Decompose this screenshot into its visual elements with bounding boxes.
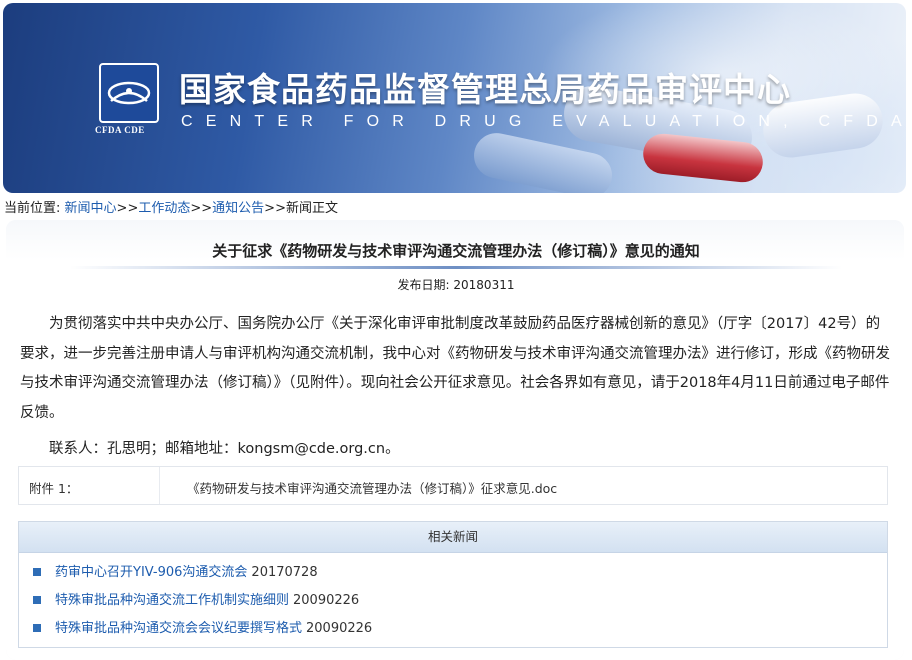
related-news-heading: 相关新闻: [19, 522, 887, 553]
site-title: 国家食品药品监督管理总局药品审评中心: [179, 70, 791, 109]
related-news-link[interactable]: 特殊审批品种沟通交流工作机制实施细则: [55, 593, 289, 608]
attachment-divider: [159, 467, 160, 504]
square-bullet-icon: [33, 567, 41, 576]
breadcrumb-item-current: 新闻正文: [285, 201, 338, 216]
breadcrumb: 当前位置: 新闻中心>>工作动态>>通知公告>>新闻正文: [4, 197, 338, 216]
breadcrumb-separator: >>: [264, 201, 286, 216]
list-item: 特殊审批品种沟通交流工作机制实施细则 20090226: [19, 587, 887, 615]
breadcrumb-item-news-center[interactable]: 新闻中心: [65, 201, 117, 216]
article-title: 关于征求《药物研发与技术审评沟通交流管理办法（修订稿）》意见的通知: [212, 242, 700, 260]
logo-caption: CFDA CDE: [95, 125, 145, 135]
title-divider: [70, 266, 842, 269]
cfda-logo-icon[interactable]: [99, 63, 159, 123]
publish-date: 发布日期: 20180311: [0, 276, 912, 293]
breadcrumb-separator: >>: [116, 201, 139, 216]
square-bullet-icon: [33, 623, 41, 632]
attachment-row: 附件 1： 《药物研发与技术审评沟通交流管理办法（修订稿）》征求意见.doc: [18, 466, 888, 505]
related-news-date: 20090226: [293, 593, 360, 608]
related-news-date: 20090226: [306, 621, 373, 636]
square-bullet-icon: [33, 595, 41, 604]
breadcrumb-item-notices[interactable]: 通知公告: [212, 201, 264, 216]
breadcrumb-item-work-news[interactable]: 工作动态: [138, 201, 190, 216]
article-paragraph: 为贯彻落实中共中央办公厅、国务院办公厅《关于深化审评审批制度改革鼓励药品医疗器械…: [20, 316, 890, 421]
header-banner: CFDA CDE 国家食品药品监督管理总局药品审评中心 CENTER FOR D…: [3, 3, 906, 193]
attachment-label: 附件 1：: [29, 481, 79, 496]
site-subtitle: CENTER FOR DRUG EVALUATION, CFDA: [181, 113, 906, 130]
related-news-date: 20170728: [251, 565, 318, 580]
breadcrumb-separator: >>: [190, 201, 213, 216]
contact-info: 联系人：孔思明；邮箱地址：kongsm@cde.org.cn。: [49, 441, 400, 457]
breadcrumb-prefix: 当前位置:: [4, 201, 61, 216]
list-item: 特殊审批品种沟通交流会会议纪要撰写格式 20090226: [19, 615, 887, 643]
related-news-link[interactable]: 药审中心召开YIV-906沟通交流会: [55, 565, 247, 580]
related-news-box: 相关新闻 药审中心召开YIV-906沟通交流会 20170728 特殊审批品种沟通…: [18, 521, 888, 648]
publish-date-label: 发布日期:: [397, 278, 450, 292]
related-news-list: 药审中心召开YIV-906沟通交流会 20170728 特殊审批品种沟通交流工作机…: [19, 553, 887, 643]
publish-date-value: 20180311: [453, 278, 515, 292]
attachment-file-link[interactable]: 《药物研发与技术审评沟通交流管理办法（修订稿）》征求意见.doc: [187, 478, 557, 497]
article-body: 为贯彻落实中共中央办公厅、国务院办公厅《关于深化审评审批制度改革鼓励药品医疗器械…: [20, 310, 890, 428]
list-item: 药审中心召开YIV-906沟通交流会 20170728: [19, 559, 887, 587]
related-news-link[interactable]: 特殊审批品种沟通交流会会议纪要撰写格式: [55, 621, 302, 636]
